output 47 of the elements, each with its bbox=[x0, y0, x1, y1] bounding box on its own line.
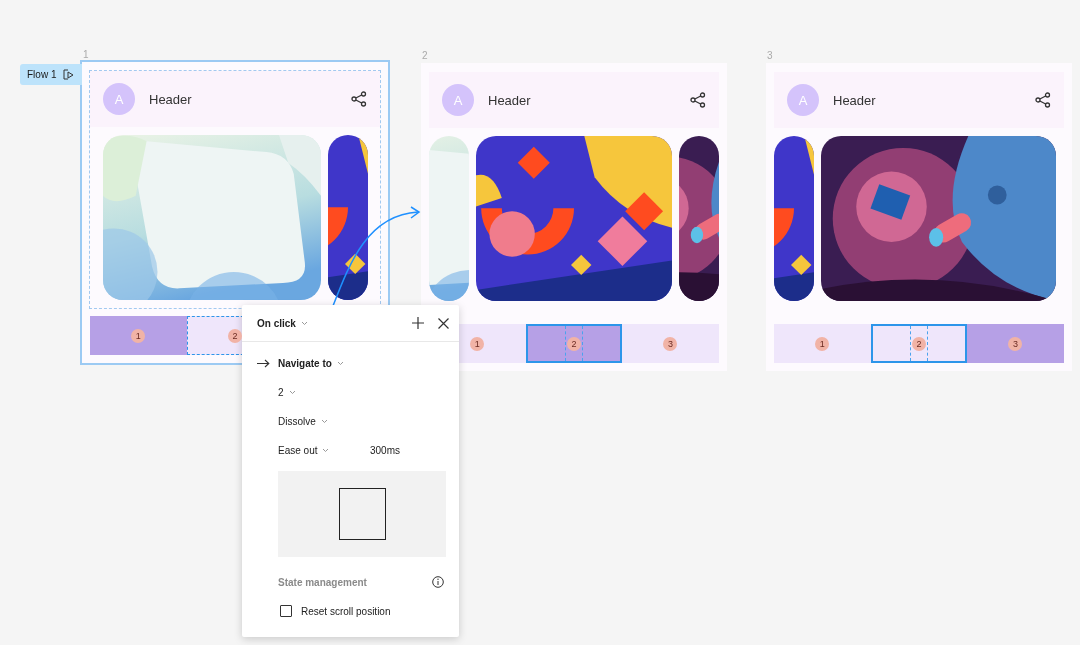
frame-number: 3 bbox=[767, 50, 774, 62]
share-icon[interactable] bbox=[690, 92, 706, 108]
tab-number: 2 bbox=[566, 336, 581, 351]
share-icon[interactable] bbox=[1035, 92, 1051, 108]
chevron-icon bbox=[336, 361, 344, 366]
destination-dropdown[interactable]: 2 bbox=[278, 387, 296, 398]
tab-number: 1 bbox=[131, 328, 146, 343]
option-label: Reset scroll position bbox=[301, 605, 391, 617]
checkbox[interactable] bbox=[280, 605, 292, 617]
share-icon[interactable] bbox=[351, 91, 367, 107]
easing-dropdown[interactable]: Ease out bbox=[278, 445, 370, 456]
animation-dropdown[interactable]: Dissolve bbox=[278, 416, 328, 427]
tab-number: 2 bbox=[227, 328, 242, 343]
avatar: A bbox=[787, 84, 819, 116]
chevron-icon bbox=[300, 320, 308, 326]
tab-number: 1 bbox=[470, 336, 485, 351]
frame[interactable]: A Header 1 2 3 bbox=[421, 63, 727, 371]
add-icon[interactable] bbox=[412, 317, 424, 329]
section-title: State management bbox=[278, 576, 368, 588]
avatar: A bbox=[442, 84, 474, 116]
carousel-tab[interactable]: 3 bbox=[622, 324, 719, 363]
preview-square bbox=[338, 488, 386, 540]
frame-number: 1 bbox=[83, 49, 90, 61]
flow-tag[interactable]: Flow 1 bbox=[20, 64, 82, 85]
tab-number: 3 bbox=[1008, 336, 1023, 351]
header-title: Header bbox=[488, 92, 532, 108]
header-title: Header bbox=[149, 91, 193, 107]
tab-number: 2 bbox=[911, 336, 926, 351]
play-frame-icon[interactable] bbox=[63, 69, 76, 80]
avatar: A bbox=[103, 83, 135, 115]
info-icon[interactable] bbox=[432, 576, 444, 588]
carousel-tab[interactable]: 1 bbox=[774, 324, 871, 363]
frame-number: 2 bbox=[422, 50, 429, 62]
chevron-icon bbox=[322, 448, 330, 453]
frame[interactable]: A Header 1 2 3 bbox=[766, 63, 1072, 371]
carousel-tab[interactable]: 3 bbox=[967, 324, 1064, 363]
header-title: Header bbox=[833, 92, 877, 108]
close-icon[interactable] bbox=[438, 317, 449, 329]
tab-number: 3 bbox=[663, 336, 678, 351]
carousel-tab[interactable]: 2 bbox=[870, 324, 968, 363]
carousel-tab[interactable]: 2 bbox=[525, 324, 623, 363]
arrow-icon bbox=[257, 359, 270, 368]
chevron-icon bbox=[320, 419, 328, 424]
chevron-icon bbox=[288, 390, 296, 395]
tab-number: 1 bbox=[815, 336, 830, 351]
duration-value[interactable]: 300ms bbox=[370, 445, 400, 456]
carousel-tab[interactable]: 1 bbox=[90, 316, 187, 355]
